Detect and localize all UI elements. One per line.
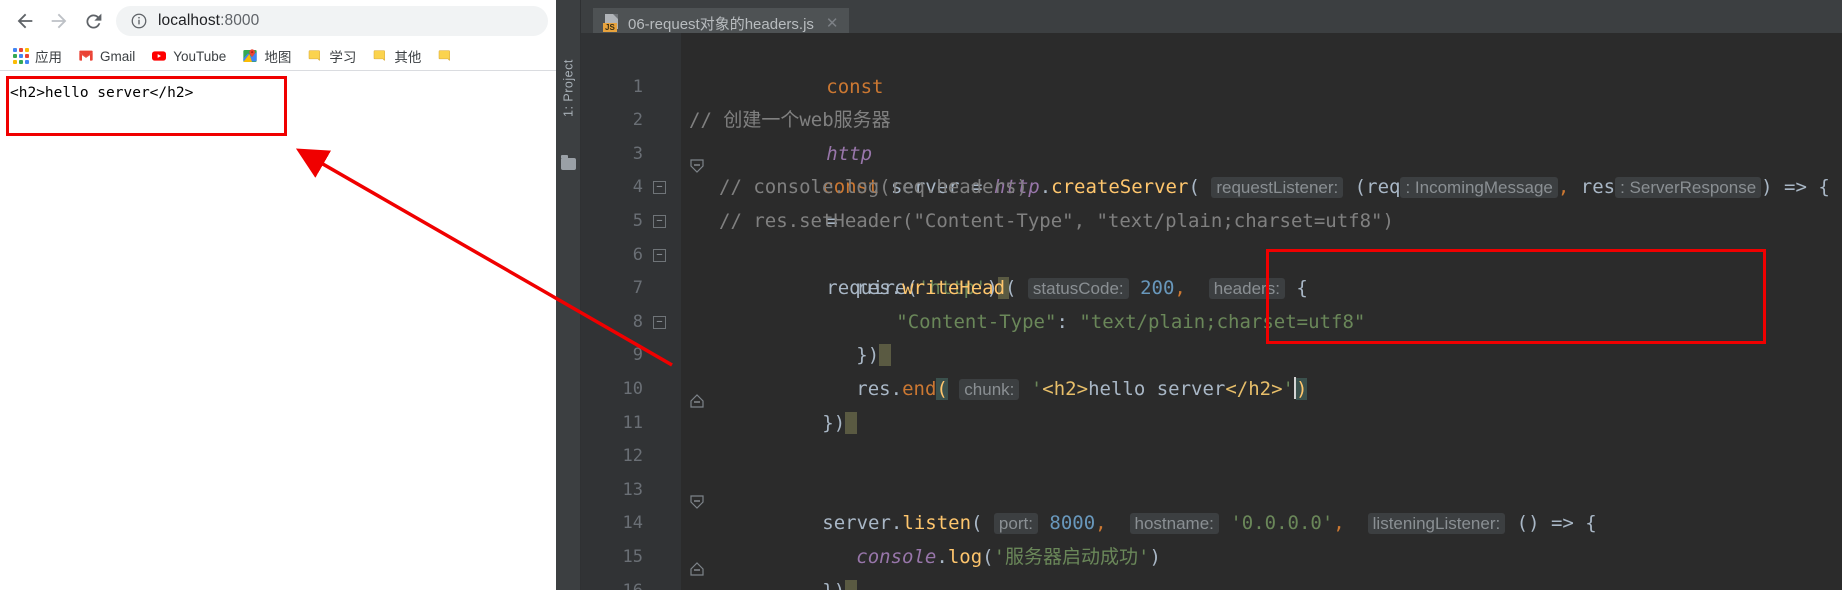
reload-icon (85, 13, 101, 28)
code-line[interactable]: 9 − }) (581, 306, 1842, 367)
bookmark-label: YouTube (173, 48, 227, 64)
code-fold-toggle[interactable] (653, 148, 704, 173)
token-close-paren: }) (822, 580, 845, 590)
token-comment: // console.log(req.headers) (719, 176, 1028, 199)
token-comment: // res.setHeader("Content-Type", "text/p… (719, 209, 1394, 232)
code-editor[interactable]: 1 const http = require('http') 2 3 // 创建… (581, 33, 1842, 590)
ide-window: 1: Project JS 06-request对象的headers.js ✕ … (556, 0, 1842, 590)
gmail-icon (79, 50, 93, 61)
editor-tab-title: 06-request对象的headers.js (628, 15, 814, 33)
code-line[interactable]: 3 // 创建一个web服务器 (581, 104, 1842, 164)
token-comment: // 创建一个web服务器 (689, 109, 891, 132)
tool-window-bar: 1: Project (556, 0, 581, 590)
bookmark-label: 学习 (329, 50, 357, 65)
code-line[interactable]: 2 (581, 71, 1842, 130)
code-line[interactable]: 6 − // res.setHeader("Content-Type", "te… (581, 205, 1842, 265)
code-line[interactable]: 15 console.log('服务器启动成功') (581, 507, 1842, 568)
code-line[interactable]: 14 server.listen( port: 8000, hostname: … (581, 474, 1842, 535)
code-fold-toggle[interactable] (653, 484, 704, 509)
back-button[interactable] (8, 4, 42, 38)
page-body-text: <h2>hello server</h2> (10, 85, 194, 101)
folder-icon (309, 50, 321, 61)
bookmark-label: 其他 (394, 50, 422, 65)
js-file-icon: JS (603, 14, 620, 32)
bookmark-youtube[interactable]: YouTube (144, 45, 233, 67)
code-line[interactable]: 10 res.end( chunk: '<h2>hello server</h2… (581, 339, 1842, 400)
code-fold-toggle[interactable]: − (653, 214, 666, 228)
apps-grid-icon (13, 48, 29, 64)
url-text: localhost:8000 (158, 12, 259, 30)
address-bar[interactable]: localhost:8000 (116, 6, 548, 36)
line-number: 16 (581, 575, 643, 590)
reload-button[interactable] (76, 4, 110, 38)
url-host: localhost (158, 12, 221, 29)
info-circle-icon[interactable] (130, 12, 148, 30)
code-line[interactable]: 11 }) (581, 373, 1842, 434)
code-line[interactable]: 16 }) (581, 541, 1842, 590)
bookmark-apps[interactable]: 应用 (6, 43, 69, 69)
code-line[interactable]: 1 const http = require('http') (581, 37, 1842, 300)
arrow-left-icon (17, 13, 33, 29)
url-port: :8000 (220, 12, 260, 29)
code-fold-toggle[interactable] (653, 551, 704, 576)
folder-icon (374, 50, 386, 61)
code-line[interactable]: 8 "Content-Type": "text/plain;charset=ut… (581, 272, 1842, 333)
code-fold-toggle[interactable] (653, 383, 704, 408)
bookmark-folder-study[interactable]: 学习 (300, 43, 363, 69)
code-fold-toggle[interactable]: − (653, 315, 666, 329)
bookmark-folder-extra[interactable] (430, 45, 466, 67)
bookmarks-bar: 应用 Gmail YouTube 地图 学习 其他 (0, 42, 556, 70)
bookmark-label: 应用 (35, 50, 62, 65)
code-line[interactable]: 13 (581, 440, 1842, 500)
bookmark-maps[interactable]: 地图 (235, 43, 298, 69)
arrow-right-icon (51, 13, 67, 29)
google-maps-icon (243, 49, 257, 62)
code-line[interactable]: 4 const server = http.createServer( requ… (581, 138, 1842, 199)
screenshot-root: localhost:8000 应用 Gmail YouTube 地图 学习 其他… (0, 0, 1842, 590)
browser-window: localhost:8000 应用 Gmail YouTube 地图 学习 其他… (0, 0, 556, 590)
bookmark-folder-other[interactable]: 其他 (365, 43, 428, 69)
code-line[interactable]: 12 (581, 407, 1842, 466)
forward-button[interactable] (42, 4, 76, 38)
sidebar-item-project[interactable]: 1: Project (556, 28, 581, 148)
bookmark-label: Gmail (100, 48, 136, 64)
code-line[interactable]: 5 − // console.log(req.headers) (581, 171, 1842, 231)
folder-icon (439, 50, 451, 61)
code-line[interactable]: 7 − res.writeHead( statusCode: 200, head… (581, 239, 1842, 300)
youtube-icon (152, 51, 167, 61)
code-fold-toggle[interactable]: − (653, 248, 666, 262)
web-page-content: <h2>hello server</h2> (0, 71, 556, 590)
browser-toolbar: localhost:8000 (0, 0, 556, 42)
close-icon[interactable]: ✕ (826, 14, 839, 32)
code-fold-toggle[interactable]: − (653, 181, 666, 195)
bookmark-label: 地图 (264, 50, 292, 65)
bookmark-gmail[interactable]: Gmail (71, 45, 142, 67)
folder-icon[interactable] (561, 155, 576, 170)
